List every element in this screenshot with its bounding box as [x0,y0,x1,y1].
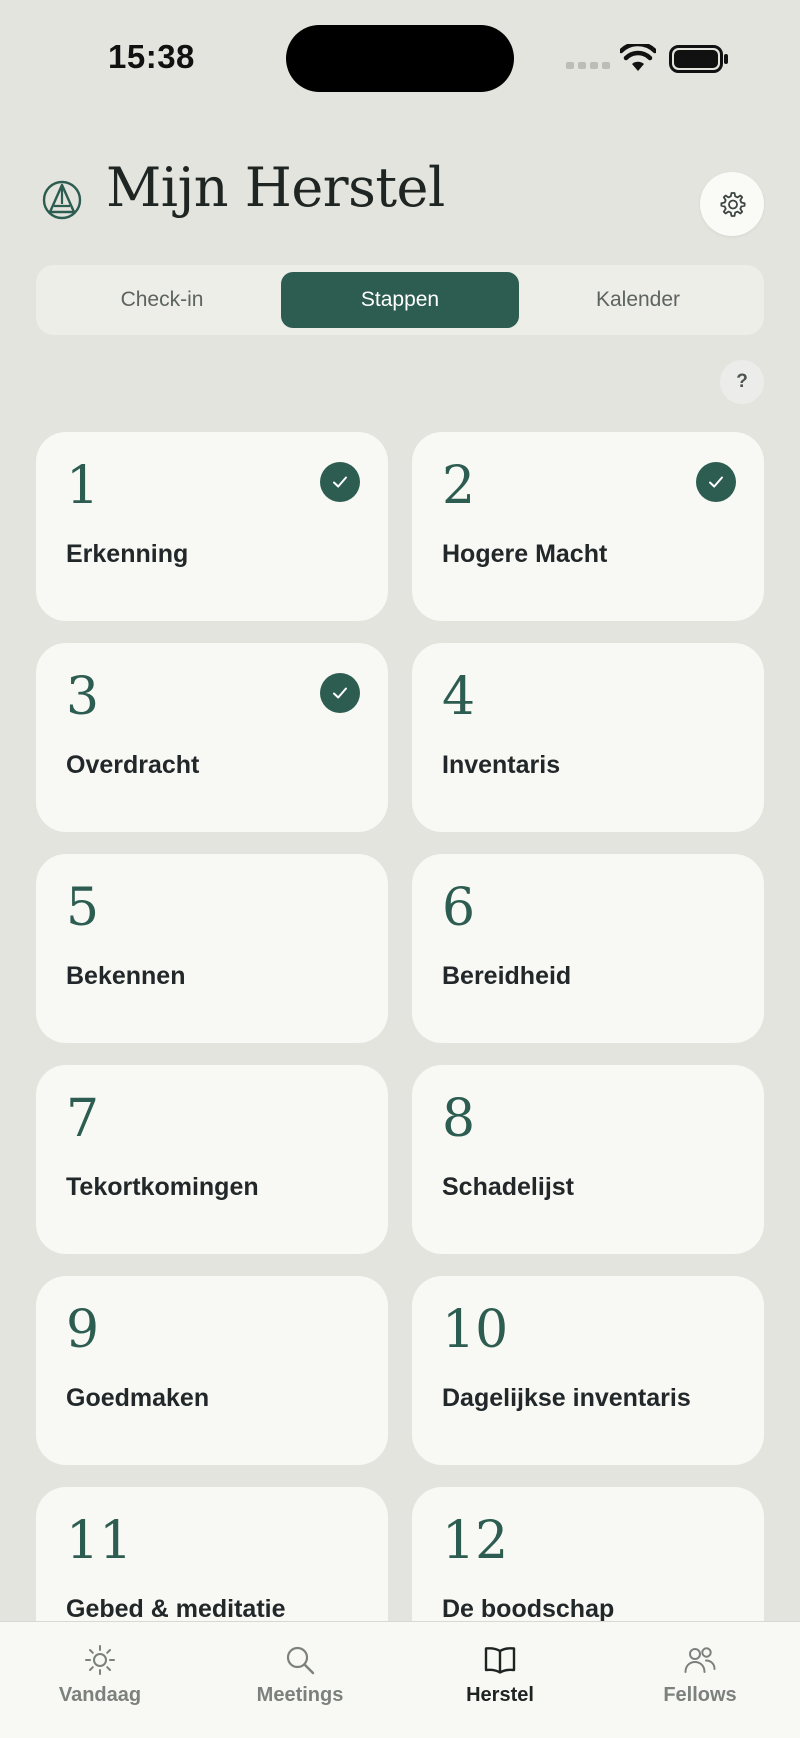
gear-icon [720,192,746,217]
tab-stappen[interactable]: Stappen [281,272,519,328]
step-card-2[interactable]: 2 Hogere Macht [412,432,764,621]
dynamic-island [286,25,514,92]
step-name: Goedmaken [66,1384,210,1412]
cellular-signal-icon [566,62,610,69]
book-icon [484,1647,516,1674]
step-name: Bereidheid [442,962,572,990]
step-name: De boodschap [442,1595,615,1623]
step-card-5[interactable]: 5 Bekennen [36,854,388,1043]
step-name: Overdracht [66,751,200,779]
step-card-1[interactable]: 1 Erkenning [36,432,388,621]
check-icon [320,462,360,502]
step-number: 12 [442,1511,509,1571]
step-number: 3 [66,667,100,727]
step-number: 4 [442,667,476,727]
step-card-3[interactable]: 3 Overdracht [36,643,388,832]
step-name: Gebed & meditatie [66,1595,286,1623]
nav-meetings[interactable]: Meetings [200,1622,400,1738]
step-name: Tekortkomingen [66,1173,259,1201]
step-number: 7 [66,1089,100,1149]
nav-label: Fellows [663,1684,737,1706]
tab-check-in[interactable]: Check-in [43,272,281,328]
nav-label: Herstel [466,1684,534,1706]
step-number: 9 [66,1300,100,1360]
steps-grid: 1 Erkenning 2 Hogere Macht 3 Overdracht … [36,432,764,1676]
step-name: Inventaris [442,751,561,779]
step-number: 10 [442,1300,509,1360]
nav-label: Meetings [256,1684,344,1706]
bottom-tab-bar: Vandaag Meetings Herstel Fellows [0,1621,800,1738]
page-header: Mijn Herstel [36,150,764,240]
check-icon [696,462,736,502]
search-icon [286,1646,315,1675]
step-name: Bekennen [66,962,186,990]
nav-fellows[interactable]: Fellows [600,1622,800,1738]
step-card-6[interactable]: 6 Bereidheid [412,854,764,1043]
step-name: Hogere Macht [442,540,608,568]
step-card-9[interactable]: 9 Goedmaken [36,1276,388,1465]
page-title: Mijn Herstel [106,156,445,219]
step-number: 5 [66,878,100,938]
people-icon [684,1647,716,1673]
status-bar: 15:38 [0,0,800,120]
check-icon [320,673,360,713]
step-name: Dagelijkse inventaris [442,1384,691,1412]
sun-icon [85,1645,115,1675]
nav-herstel[interactable]: Herstel [400,1622,600,1738]
help-button[interactable]: ? [720,360,764,404]
nav-vandaag[interactable]: Vandaag [0,1622,200,1738]
segmented-control: Check-in Stappen Kalender [36,265,764,335]
step-number: 8 [442,1089,476,1149]
settings-button[interactable] [700,172,764,236]
step-name: Schadelijst [442,1173,574,1201]
step-number: 1 [66,456,100,516]
status-time: 15:38 [108,38,195,75]
step-name: Erkenning [66,540,189,568]
step-number: 11 [66,1511,133,1571]
step-card-10[interactable]: 10 Dagelijkse inventaris [412,1276,764,1465]
tab-kalender[interactable]: Kalender [519,272,757,328]
app-logo-icon [42,180,82,220]
nav-label: Vandaag [58,1684,142,1706]
step-card-7[interactable]: 7 Tekortkomingen [36,1065,388,1254]
step-number: 6 [442,878,476,938]
wifi-icon [620,44,656,71]
step-number: 2 [442,456,476,516]
battery-icon [669,45,728,73]
step-card-4[interactable]: 4 Inventaris [412,643,764,832]
step-card-8[interactable]: 8 Schadelijst [412,1065,764,1254]
